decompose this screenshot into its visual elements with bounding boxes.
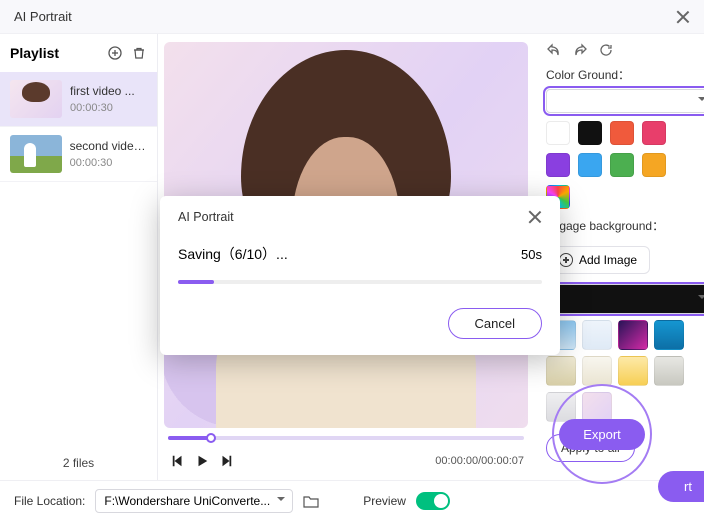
add-playlist-icon[interactable] bbox=[107, 45, 123, 61]
play-button[interactable] bbox=[192, 451, 212, 471]
file-location-label: File Location: bbox=[14, 494, 85, 508]
file-count: 2 files bbox=[0, 448, 157, 480]
thumbnail bbox=[10, 80, 62, 118]
preview-toggle[interactable] bbox=[416, 492, 450, 510]
bg-thumb[interactable] bbox=[546, 356, 576, 386]
dialog-close-icon[interactable] bbox=[528, 210, 542, 224]
refresh-icon[interactable] bbox=[598, 42, 614, 58]
playlist-item-duration: 00:00:30 bbox=[70, 102, 135, 114]
image-bg-label: Imgage background： bbox=[546, 217, 690, 234]
saving-eta: 50s bbox=[521, 247, 542, 262]
add-image-button[interactable]: Add Image bbox=[546, 246, 650, 274]
playlist-label: Playlist bbox=[10, 45, 99, 61]
redo-icon[interactable] bbox=[572, 42, 588, 58]
swatch[interactable] bbox=[578, 153, 602, 177]
export-highlight: Export bbox=[552, 384, 652, 484]
secondary-export-button[interactable]: rt bbox=[658, 471, 704, 502]
bg-thumb[interactable] bbox=[582, 320, 612, 350]
playlist-item[interactable]: second video... 00:00:30 bbox=[0, 127, 157, 182]
swatch[interactable] bbox=[578, 121, 602, 145]
swatch[interactable] bbox=[546, 153, 570, 177]
scrub-bar[interactable] bbox=[168, 436, 524, 440]
cancel-button[interactable]: Cancel bbox=[448, 308, 542, 339]
swatch[interactable] bbox=[642, 153, 666, 177]
undo-icon[interactable] bbox=[546, 42, 562, 58]
bg-thumb[interactable] bbox=[654, 320, 684, 350]
plus-icon bbox=[559, 253, 573, 267]
swatch[interactable] bbox=[642, 121, 666, 145]
color-ground-label: Color Ground： bbox=[546, 66, 690, 83]
thumbnail bbox=[10, 135, 62, 173]
time-display: 00:00:00/00:00:07 bbox=[435, 455, 524, 467]
bg-thumb[interactable] bbox=[618, 356, 648, 386]
swatch[interactable] bbox=[546, 89, 704, 113]
playlist-item-duration: 00:00:30 bbox=[70, 157, 147, 169]
close-icon[interactable] bbox=[676, 10, 690, 24]
playlist-item-name: second video... bbox=[70, 139, 147, 153]
saving-status: Saving（6/10）... bbox=[178, 244, 288, 264]
swatch[interactable] bbox=[610, 121, 634, 145]
window-title: AI Portrait bbox=[14, 9, 676, 24]
add-image-label: Add Image bbox=[579, 253, 637, 267]
folder-icon[interactable] bbox=[303, 494, 319, 508]
file-location-select[interactable]: F:\Wondershare UniConverte... bbox=[95, 489, 293, 513]
dialog-title: AI Portrait bbox=[178, 210, 528, 224]
color-swatches bbox=[546, 89, 690, 209]
swatch[interactable] bbox=[610, 153, 634, 177]
preview-label: Preview bbox=[363, 494, 406, 508]
swatch[interactable] bbox=[546, 121, 570, 145]
next-button[interactable] bbox=[216, 451, 236, 471]
bg-thumb[interactable] bbox=[654, 356, 684, 386]
bg-thumb[interactable] bbox=[618, 320, 648, 350]
saving-progress bbox=[178, 280, 542, 284]
saving-dialog: AI Portrait Saving（6/10）... 50s Cancel bbox=[160, 196, 560, 355]
playlist-item[interactable]: first video ... 00:00:30 bbox=[0, 72, 157, 127]
prev-button[interactable] bbox=[168, 451, 188, 471]
export-button[interactable]: Export bbox=[559, 419, 645, 450]
trash-icon[interactable] bbox=[131, 45, 147, 61]
bg-thumb[interactable] bbox=[582, 356, 612, 386]
playlist-item-name: first video ... bbox=[70, 84, 135, 98]
bg-thumb[interactable] bbox=[546, 284, 704, 314]
